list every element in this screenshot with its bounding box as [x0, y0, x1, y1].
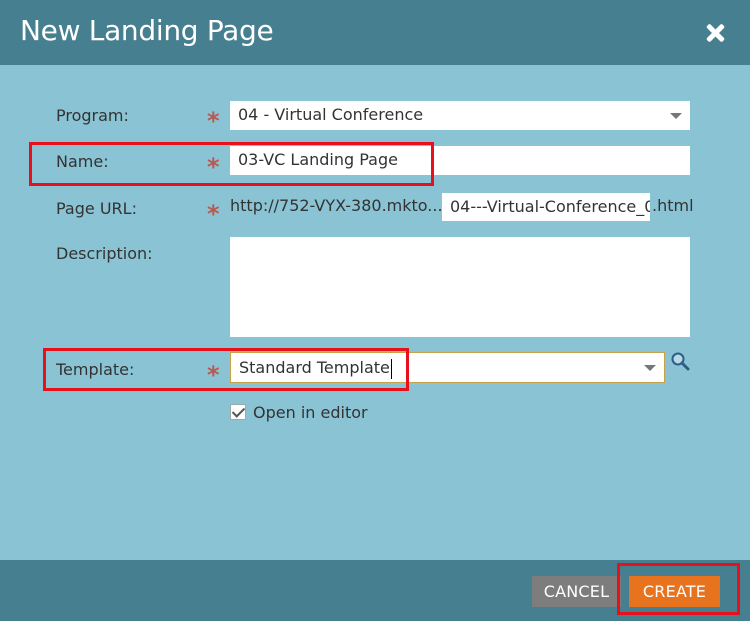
name-required-marker: *	[207, 153, 220, 181]
program-select[interactable]: 04 - Virtual Conference	[230, 101, 690, 130]
page-url-suffix: .html	[652, 196, 694, 215]
chevron-down-icon[interactable]	[644, 365, 656, 371]
template-label: Template:	[56, 360, 135, 379]
template-value: Standard Template	[239, 358, 390, 377]
page-url-required-marker: *	[207, 200, 220, 228]
name-input[interactable]: 03-VC Landing Page	[230, 146, 690, 175]
dialog-title: New Landing Page	[20, 14, 274, 47]
new-landing-page-dialog: New Landing Page Program: * 04 - Virtual…	[0, 0, 750, 621]
text-cursor	[390, 358, 392, 379]
close-icon[interactable]	[703, 21, 727, 45]
open-in-editor-checkbox[interactable]	[230, 404, 246, 420]
program-required-marker: *	[207, 107, 220, 135]
page-url-input[interactable]: 04---Virtual-Conference_0	[442, 193, 650, 221]
search-icon[interactable]	[670, 351, 690, 371]
chevron-down-icon[interactable]	[670, 113, 682, 119]
page-url-prefix: http://752-VYX-380.mkto...	[230, 196, 443, 215]
checkmark-icon	[231, 404, 246, 418]
open-in-editor-label: Open in editor	[253, 403, 368, 422]
program-value: 04 - Virtual Conference	[238, 105, 424, 124]
description-textarea[interactable]	[230, 237, 690, 337]
cancel-button[interactable]: CANCEL	[532, 576, 621, 607]
dialog-header: New Landing Page	[0, 0, 750, 65]
template-select[interactable]: Standard Template	[230, 352, 665, 383]
create-button[interactable]: CREATE	[629, 576, 720, 607]
description-label: Description:	[56, 244, 153, 263]
page-url-label: Page URL:	[56, 199, 137, 218]
program-label: Program:	[56, 106, 129, 125]
name-label: Name:	[56, 152, 109, 171]
template-required-marker: *	[207, 361, 220, 389]
